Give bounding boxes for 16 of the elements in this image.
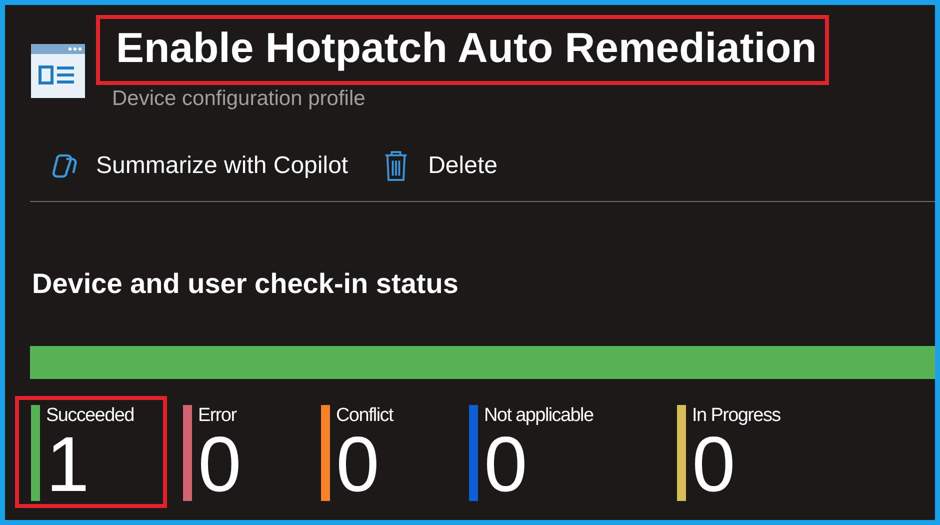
status-count: 0 [484,427,528,502]
status-label: Succeeded [46,405,134,428]
status-count: 0 [336,427,380,502]
status-label: In Progress [692,405,780,428]
page-subtitle: Device configuration profile [112,87,366,112]
status-label: Conflict [336,405,393,428]
section-heading: Device and user check-in status [32,268,460,300]
profile-icon [30,43,86,99]
status-count: 1 [46,427,90,502]
status-count: 0 [692,427,736,502]
delete-button[interactable]: Delete [376,147,504,186]
status-label: Not applicable [484,405,594,428]
status-count: 0 [198,427,242,502]
status-label: Error [198,405,238,428]
summarize-button[interactable]: Summarize with Copilot [44,147,354,186]
page-title: Enable Hotpatch Auto Remediation [96,15,829,86]
